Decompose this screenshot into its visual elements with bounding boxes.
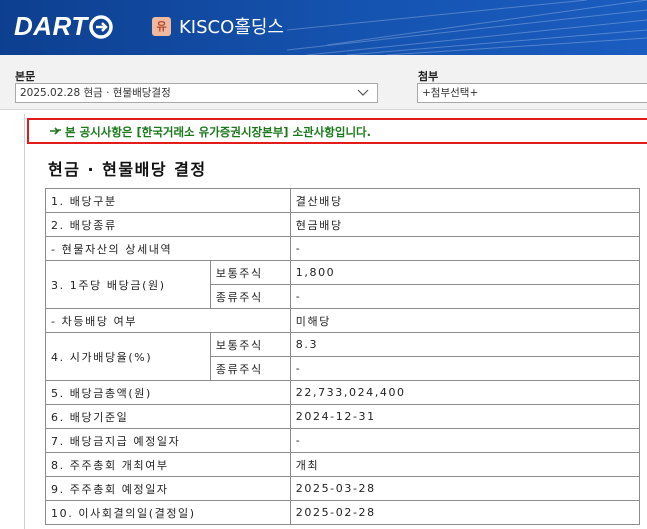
row-label: 10. 이사회결의일(결정일)	[45, 500, 291, 525]
table-row: - 현물자산의 상세내역 -	[45, 236, 641, 261]
dart-logo[interactable]: DART	[14, 10, 113, 42]
row-label: 1. 배당구분	[45, 188, 291, 213]
dividend-info-table: 1. 배당구분 결산배당 2. 배당종류 현금배당 - 현물자산의 상세내역 -…	[45, 188, 641, 525]
row-label: - 차등배당 여부	[45, 308, 291, 333]
row-label: 4. 시가배당율(%)	[45, 332, 211, 381]
table-row: 9. 주주총회 예정일자 2025-03-28	[45, 476, 641, 501]
jurisdiction-notice: 본 공시사항은 [한국거래소 유가증권시장본부] 소관사항입니다.	[27, 118, 647, 144]
row-label: 7. 배당금지급 예정일자	[45, 428, 291, 453]
table-row: - 차등배당 여부 미해당	[45, 308, 641, 333]
main-document-label: 본문	[15, 70, 36, 83]
row-value: 2025-02-28	[289, 500, 641, 525]
document-viewer: 본 공시사항은 [한국거래소 유가증권시장본부] 소관사항입니다. 현금 · 현…	[24, 114, 647, 529]
row-label: 3. 1주당 배당금(원)	[45, 260, 211, 309]
table-row: 7. 배당금지급 예정일자 -	[45, 428, 641, 453]
row-label: 2. 배당종류	[45, 212, 291, 237]
dart-logo-mark-icon	[89, 15, 113, 39]
row-label: 6. 배당기준일	[45, 404, 291, 429]
pointing-hand-icon	[50, 127, 61, 135]
main-document-select[interactable]: 2025.02.28 현금 · 현물배당결정	[15, 83, 378, 103]
row-label: 9. 주주총회 예정일자	[45, 476, 291, 501]
company-heading: 유 KISCO홀딩스	[152, 13, 284, 39]
row-value: 미해당	[289, 308, 641, 333]
table-row: 5. 배당금총액(원) 22,733,024,400	[45, 380, 641, 405]
notice-text: 본 공시사항은 [한국거래소 유가증권시장본부] 소관사항입니다.	[65, 125, 371, 139]
row-label: 5. 배당금총액(원)	[45, 380, 291, 405]
attachment-selected: +첨부선택+	[422, 87, 479, 99]
row-value: 1,800	[289, 260, 641, 285]
row-value: -	[289, 428, 641, 453]
table-row: 10. 이사회결의일(결정일) 2025-02-28	[45, 500, 641, 525]
row-sub-label: 종류주식	[209, 284, 291, 309]
row-value: 결산배당	[289, 188, 641, 213]
row-value: 개최	[289, 452, 641, 477]
market-badge: 유	[152, 16, 171, 36]
header-bar: DART 유 KISCO홀딩스	[0, 0, 647, 55]
row-value: 22,733,024,400	[289, 380, 641, 405]
row-value: -	[289, 356, 641, 381]
row-value: 현금배당	[289, 212, 641, 237]
table-row: 8. 주주총회 개최여부 개최	[45, 452, 641, 477]
row-value: -	[289, 284, 641, 309]
attachment-select[interactable]: +첨부선택+	[417, 83, 647, 103]
header-decoration	[287, 0, 647, 55]
row-sub-label: 보통주식	[209, 260, 291, 285]
document-title: 현금 · 현물배당 결정	[48, 160, 207, 179]
table-row: 6. 배당기준일 2024-12-31	[45, 404, 641, 429]
row-value: 2025-03-28	[289, 476, 641, 501]
row-value: 2024-12-31	[289, 404, 641, 429]
row-label: 8. 주주총회 개최여부	[45, 452, 291, 477]
main-document-selected: 2025.02.28 현금 · 현물배당결정	[20, 87, 171, 99]
document-controls: 본문 2025.02.28 현금 · 현물배당결정 첨부 +첨부선택+	[0, 55, 647, 110]
table-row: 4. 시가배당율(%) 보통주식 8.3	[45, 332, 641, 381]
attachment-label: 첨부	[418, 70, 439, 83]
row-value: 8.3	[289, 332, 641, 357]
row-sub-label: 보통주식	[209, 332, 291, 357]
row-sub-label: 종류주식	[209, 356, 291, 381]
table-row: 1. 배당구분 결산배당	[45, 188, 641, 213]
company-name[interactable]: KISCO홀딩스	[179, 13, 284, 39]
chevron-down-icon	[357, 89, 369, 96]
row-value: -	[289, 236, 641, 261]
row-label: - 현물자산의 상세내역	[45, 236, 291, 261]
table-row: 2. 배당종류 현금배당	[45, 212, 641, 237]
dart-logo-text: DART	[14, 10, 88, 41]
table-row: 3. 1주당 배당금(원) 보통주식 1,800	[45, 260, 641, 309]
